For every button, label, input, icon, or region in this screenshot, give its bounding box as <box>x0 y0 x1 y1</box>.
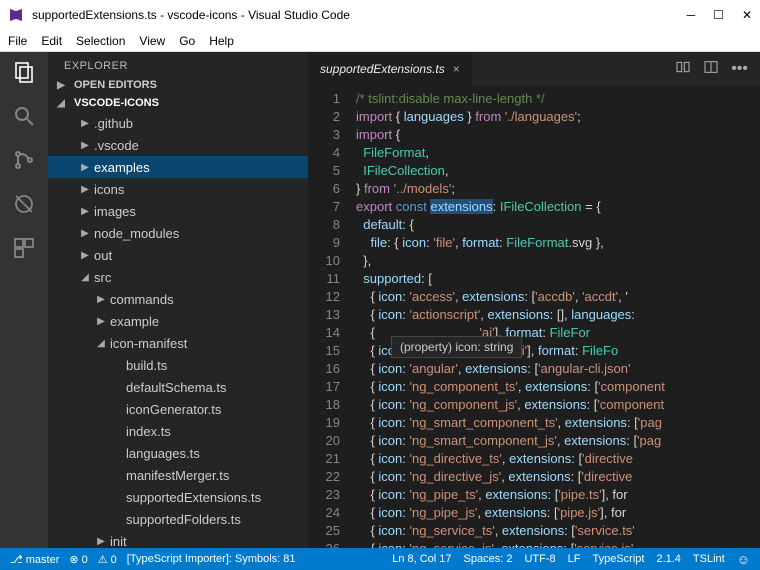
close-icon[interactable]: × <box>453 62 460 76</box>
sidebar-title: EXPLORER <box>48 52 308 76</box>
folder-row[interactable]: ▶ init <box>48 530 308 548</box>
tree-item-label: .github <box>94 116 133 131</box>
chevron-icon: ▶ <box>96 294 106 305</box>
tree-item-label: init <box>110 534 127 549</box>
tree-item-label: commands <box>110 292 174 307</box>
window-titlebar: supportedExtensions.ts - vscode-icons - … <box>0 0 760 30</box>
project-section[interactable]: ◢VSCODE-ICONS <box>48 94 308 112</box>
source-control-icon[interactable] <box>12 148 36 172</box>
chevron-icon: ◢ <box>96 338 106 349</box>
open-editors-section[interactable]: ▶OPEN EDITORS <box>48 76 308 94</box>
menu-go[interactable]: Go <box>179 34 195 48</box>
folder-row[interactable]: ▶ example <box>48 310 308 332</box>
warnings-count[interactable]: ⚠ 0 <box>98 553 117 566</box>
folder-row[interactable]: ▶ images <box>48 200 308 222</box>
code-editor[interactable]: 1234567891011121314151617181920212223242… <box>308 86 760 548</box>
menu-selection[interactable]: Selection <box>76 34 125 48</box>
file-row[interactable]: build.ts <box>48 354 308 376</box>
window-title: supportedExtensions.ts - vscode-icons - … <box>32 8 687 22</box>
tree-item-label: index.ts <box>126 424 171 439</box>
tree-item-label: supportedExtensions.ts <box>126 490 261 505</box>
menubar: File Edit Selection View Go Help <box>0 30 760 52</box>
tab-bar: supportedExtensions.ts × ••• <box>308 52 760 86</box>
folder-row[interactable]: ▶ icons <box>48 178 308 200</box>
folder-row[interactable]: ▶ commands <box>48 288 308 310</box>
tree-item-label: images <box>94 204 136 219</box>
activity-bar <box>0 52 48 548</box>
menu-view[interactable]: View <box>139 34 165 48</box>
folder-row[interactable]: ▶ examples <box>48 156 308 178</box>
search-icon[interactable] <box>12 104 36 128</box>
file-row[interactable]: defaultSchema.ts <box>48 376 308 398</box>
tree-item-label: icon-manifest <box>110 336 187 351</box>
tree-item-label: src <box>94 270 111 285</box>
editor-tab[interactable]: supportedExtensions.ts × <box>308 52 473 86</box>
folder-row[interactable]: ◢ icon-manifest <box>48 332 308 354</box>
chevron-icon: ▶ <box>96 316 106 327</box>
folder-row[interactable]: ▶ .vscode <box>48 134 308 156</box>
tree-item-label: iconGenerator.ts <box>126 402 221 417</box>
folder-row[interactable]: ▶ node_modules <box>48 222 308 244</box>
more-icon[interactable]: ••• <box>731 60 748 78</box>
folder-row[interactable]: ◢ src <box>48 266 308 288</box>
vscode-icon <box>8 7 24 23</box>
menu-file[interactable]: File <box>8 34 27 48</box>
compare-icon[interactable] <box>675 59 691 80</box>
folder-row[interactable]: ▶ out <box>48 244 308 266</box>
language-mode[interactable]: TypeScript <box>592 553 644 565</box>
chevron-icon: ▶ <box>80 228 90 239</box>
window-close-icon[interactable]: ✕ <box>742 8 752 22</box>
status-bar: ⎇ master ⊗ 0 ⚠ 0 [TypeScript Importer]: … <box>0 548 760 570</box>
file-tree: ▶ .github ▶ .vscode ▶ examples ▶ icons ▶ images ▶ n… <box>48 112 308 548</box>
file-row[interactable]: supportedFolders.ts <box>48 508 308 530</box>
hover-tooltip: (property) icon: string <box>391 336 522 358</box>
tree-item-label: defaultSchema.ts <box>126 380 226 395</box>
errors-count[interactable]: ⊗ 0 <box>69 553 87 566</box>
chevron-icon: ▶ <box>80 184 90 195</box>
chevron-icon: ▶ <box>80 140 90 151</box>
ts-importer-status[interactable]: [TypeScript Importer]: Symbols: 81 <box>127 553 296 565</box>
tree-item-label: icons <box>94 182 124 197</box>
menu-edit[interactable]: Edit <box>41 34 62 48</box>
tab-label: supportedExtensions.ts <box>320 62 445 76</box>
extensions-icon[interactable] <box>12 236 36 260</box>
tslint-status[interactable]: TSLint <box>693 553 725 565</box>
file-row[interactable]: index.ts <box>48 420 308 442</box>
tree-item-label: build.ts <box>126 358 167 373</box>
git-branch[interactable]: ⎇ master <box>10 553 59 566</box>
file-row[interactable]: manifestMerger.ts <box>48 464 308 486</box>
folder-row[interactable]: ▶ .github <box>48 112 308 134</box>
split-editor-icon[interactable] <box>703 59 719 80</box>
window-minimize-icon[interactable]: ─ <box>687 8 696 22</box>
chevron-icon: ▶ <box>80 118 90 129</box>
ts-version[interactable]: 2.1.4 <box>656 553 680 565</box>
tree-item-label: .vscode <box>94 138 139 153</box>
indent-spaces[interactable]: Spaces: 2 <box>464 553 513 565</box>
explorer-icon[interactable] <box>12 60 36 84</box>
debug-icon[interactable] <box>12 192 36 216</box>
menu-help[interactable]: Help <box>209 34 234 48</box>
explorer-sidebar: EXPLORER ▶OPEN EDITORS ◢VSCODE-ICONS ▶ .g… <box>48 52 308 548</box>
chevron-icon: ▶ <box>80 250 90 261</box>
chevron-icon: ◢ <box>80 272 90 283</box>
tree-item-label: supportedFolders.ts <box>126 512 241 527</box>
chevron-icon: ▶ <box>80 162 90 173</box>
chevron-icon: ▶ <box>80 206 90 217</box>
tree-item-label: out <box>94 248 112 263</box>
eol[interactable]: LF <box>568 553 581 565</box>
tree-item-label: examples <box>94 160 150 175</box>
file-row[interactable]: languages.ts <box>48 442 308 464</box>
encoding[interactable]: UTF-8 <box>524 553 555 565</box>
tree-item-label: example <box>110 314 159 329</box>
file-row[interactable]: iconGenerator.ts <box>48 398 308 420</box>
window-maximize-icon[interactable]: ☐ <box>713 8 724 22</box>
cursor-position[interactable]: Ln 8, Col 17 <box>392 553 451 565</box>
editor-group: supportedExtensions.ts × ••• 12345678910… <box>308 52 760 548</box>
tree-item-label: languages.ts <box>126 446 200 461</box>
tree-item-label: node_modules <box>94 226 179 241</box>
file-row[interactable]: supportedExtensions.ts <box>48 486 308 508</box>
feedback-icon[interactable]: ☺ <box>737 552 750 567</box>
chevron-icon: ▶ <box>96 536 106 547</box>
tree-item-label: manifestMerger.ts <box>126 468 229 483</box>
